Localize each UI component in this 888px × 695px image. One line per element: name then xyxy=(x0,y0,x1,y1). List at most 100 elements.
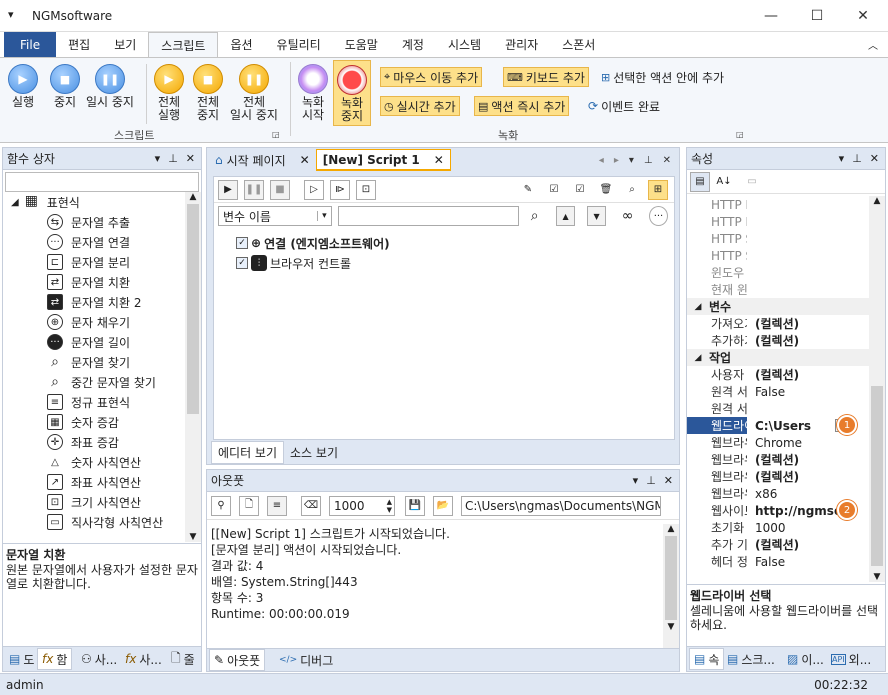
pin-icon[interactable]: ⊥ xyxy=(646,474,656,487)
variable-input[interactable] xyxy=(337,206,520,226)
move-up-icon[interactable]: ▲ xyxy=(556,206,576,226)
export-icon[interactable]: 🗋 xyxy=(239,495,259,516)
add-mouse-move-button[interactable]: ⌖ 마우스 이동 추가 xyxy=(380,67,483,87)
tab-image[interactable]: ▨ 이... xyxy=(783,648,828,670)
add-instant-button[interactable]: ▤ 액션 즉시 추가 xyxy=(474,96,570,116)
tab-account[interactable]: 계정 xyxy=(390,32,436,57)
tab-prev-icon[interactable]: ◂ xyxy=(599,155,604,166)
step-into-icon[interactable]: ⧐ xyxy=(330,179,350,200)
collapse-ribbon-icon[interactable]: ︿ xyxy=(868,37,878,52)
dropdown-icon[interactable]: ▾ xyxy=(839,152,845,165)
tab-utility[interactable]: 유틸리티 xyxy=(265,32,333,57)
tab-list-icon[interactable]: ▾ xyxy=(629,155,634,166)
close-icon[interactable]: ✕ xyxy=(186,152,195,165)
add-realtime-button[interactable]: ◷ 실시간 추가 xyxy=(380,96,460,116)
property-row[interactable]: 추가하기(컬렉션) xyxy=(687,332,869,349)
minimize-button[interactable]: — xyxy=(748,0,794,32)
dropdown-icon[interactable]: ▾ xyxy=(155,152,161,165)
list-item[interactable]: ▦ 숫자 증감 xyxy=(3,412,185,432)
loop-icon[interactable]: ∞ xyxy=(618,206,637,226)
tab-start-page[interactable]: ⌂ 시작 페이지 ✕ xyxy=(209,149,316,171)
tree-node-connect[interactable]: ✓ ⊕ 연결 (엔지엠소프트웨어) xyxy=(236,233,674,253)
run-button[interactable]: ▶ 실행 xyxy=(8,64,38,109)
list-item[interactable]: ⌕ 문자열 찾기 xyxy=(3,352,185,372)
collapse-icon[interactable]: ◢ xyxy=(11,197,19,208)
close-button[interactable]: ✕ xyxy=(840,0,886,32)
check-icon[interactable]: ☑ xyxy=(570,179,590,200)
collapse-icon[interactable]: ◢ xyxy=(687,302,709,312)
property-row[interactable]: 웹브라우저x86 xyxy=(687,485,869,502)
record-start-button[interactable]: 녹화 시작 xyxy=(298,64,328,122)
stop-icon[interactable]: ■ xyxy=(270,179,290,200)
close-icon[interactable]: ✕ xyxy=(434,153,444,167)
maximize-button[interactable]: ☐ xyxy=(794,0,840,32)
tree-node-browser[interactable]: ✓ ⫶ 브라우저 컨트롤 xyxy=(236,253,674,273)
tab-toolbox[interactable]: ▤ 도 xyxy=(5,648,38,670)
search-icon[interactable]: ⌕ xyxy=(525,206,545,226)
property-row[interactable]: HTTP Ser xyxy=(687,230,869,247)
tab-sponsor[interactable]: 스폰서 xyxy=(550,32,607,57)
property-row[interactable]: 현재 윈도우 xyxy=(687,281,869,298)
folder-icon[interactable]: 📂 xyxy=(433,495,453,516)
close-icon[interactable]: ✕ xyxy=(664,474,673,487)
close-icon[interactable]: ✕ xyxy=(663,155,671,166)
tab-debug[interactable]: </> 디버그 xyxy=(275,649,337,671)
tab-file[interactable]: File xyxy=(4,32,57,57)
search-icon[interactable]: ⌕ xyxy=(622,179,642,200)
tab-system[interactable]: 시스템 xyxy=(436,32,493,57)
list-item[interactable]: ⇄ 문자열 치환 xyxy=(3,272,185,292)
tree-view-icon[interactable]: ⊞ xyxy=(648,179,668,200)
tab-options[interactable]: 옵션 xyxy=(218,32,264,57)
list-item[interactable]: ⌕ 중간 문자열 찾기 xyxy=(3,372,185,392)
tab-function[interactable]: fx 함 xyxy=(37,648,73,670)
pin-icon[interactable]: ⊥ xyxy=(168,152,178,165)
more-icon[interactable]: ··· xyxy=(648,206,668,226)
tab-output[interactable]: ✎ 아웃풋 xyxy=(209,649,266,671)
list-item[interactable]: ··· 문자열 길이 xyxy=(3,332,185,352)
run-all-button[interactable]: ▶ 전체 실행 xyxy=(154,64,184,122)
property-row[interactable]: 사용자 프(컬렉션) xyxy=(687,366,869,383)
move-down-icon[interactable]: ▼ xyxy=(587,206,607,226)
list-item[interactable]: △ 숫자 사칙연산 xyxy=(3,452,185,472)
add-in-selected-button[interactable]: ⊞ 선택한 액션 안에 추가 xyxy=(598,67,727,87)
categorized-icon[interactable]: ▤ xyxy=(690,171,710,192)
check-all-icon[interactable]: ☑ xyxy=(544,179,564,200)
scrollbar[interactable]: ▲ ▼ xyxy=(663,524,679,648)
tab-user-function[interactable]: fx 사... xyxy=(121,648,166,670)
stop-button[interactable]: ■ 중지 xyxy=(50,64,80,109)
checkbox[interactable]: ✓ xyxy=(236,237,248,249)
tab-user[interactable]: ⚇ 사... xyxy=(77,648,121,670)
tab-admin[interactable]: 관리자 xyxy=(493,32,550,57)
scrollbar[interactable]: ▲ ▼ xyxy=(185,192,201,542)
tab-properties[interactable]: ▤ 속 xyxy=(689,648,725,670)
list-item[interactable]: ▭ 직사각형 사칙연산 xyxy=(3,512,185,532)
tab-edit[interactable]: 편집 xyxy=(56,32,102,57)
dropdown-icon[interactable]: ▾ xyxy=(633,474,639,487)
property-row[interactable]: 웹브라우저(컬렉션) xyxy=(687,468,869,485)
close-icon[interactable]: ✕ xyxy=(300,153,310,167)
group-launcher-icon[interactable]: ◲ xyxy=(736,130,744,139)
tab-line[interactable]: 🗋 줄 xyxy=(167,648,199,670)
filter-icon[interactable]: ⚲ xyxy=(211,495,231,516)
tab-script[interactable]: ▤ 스크... xyxy=(723,648,779,670)
tab-script-1[interactable]: [New] Script 1 ✕ xyxy=(315,149,451,171)
property-row[interactable]: 헤더 정보False xyxy=(687,553,869,570)
list-item[interactable]: ··· 문자열 연결 xyxy=(3,232,185,252)
list-item[interactable]: ≡ 정규 표현식 xyxy=(3,392,185,412)
category-variable[interactable]: ◢ 변수 xyxy=(687,298,869,315)
list-item[interactable]: ⊡ 크기 사칙연산 xyxy=(3,492,185,512)
list-item[interactable]: ✛ 좌표 증감 xyxy=(3,432,185,452)
run-icon[interactable]: ▶ xyxy=(218,179,238,200)
add-keyboard-button[interactable]: ⌨ 키보드 추가 xyxy=(503,67,589,87)
tab-external[interactable]: API 외... xyxy=(827,648,875,670)
tab-view[interactable]: 보기 xyxy=(102,32,148,57)
wrap-icon[interactable]: ≡ xyxy=(267,495,287,516)
pause-all-button[interactable]: ❚❚ 전체 일시 중지 xyxy=(230,64,278,122)
tab-editor-view[interactable]: 에디터 보기 xyxy=(211,440,285,464)
property-row[interactable]: 초기화 대기1000 xyxy=(687,519,869,536)
tab-help[interactable]: 도움말 xyxy=(333,32,390,57)
sort-az-icon[interactable]: A↓ xyxy=(714,171,734,192)
step-over-icon[interactable]: ⊡ xyxy=(356,179,376,200)
save-icon[interactable]: 💾 xyxy=(405,495,425,516)
checkbox[interactable]: ✓ xyxy=(236,257,248,269)
